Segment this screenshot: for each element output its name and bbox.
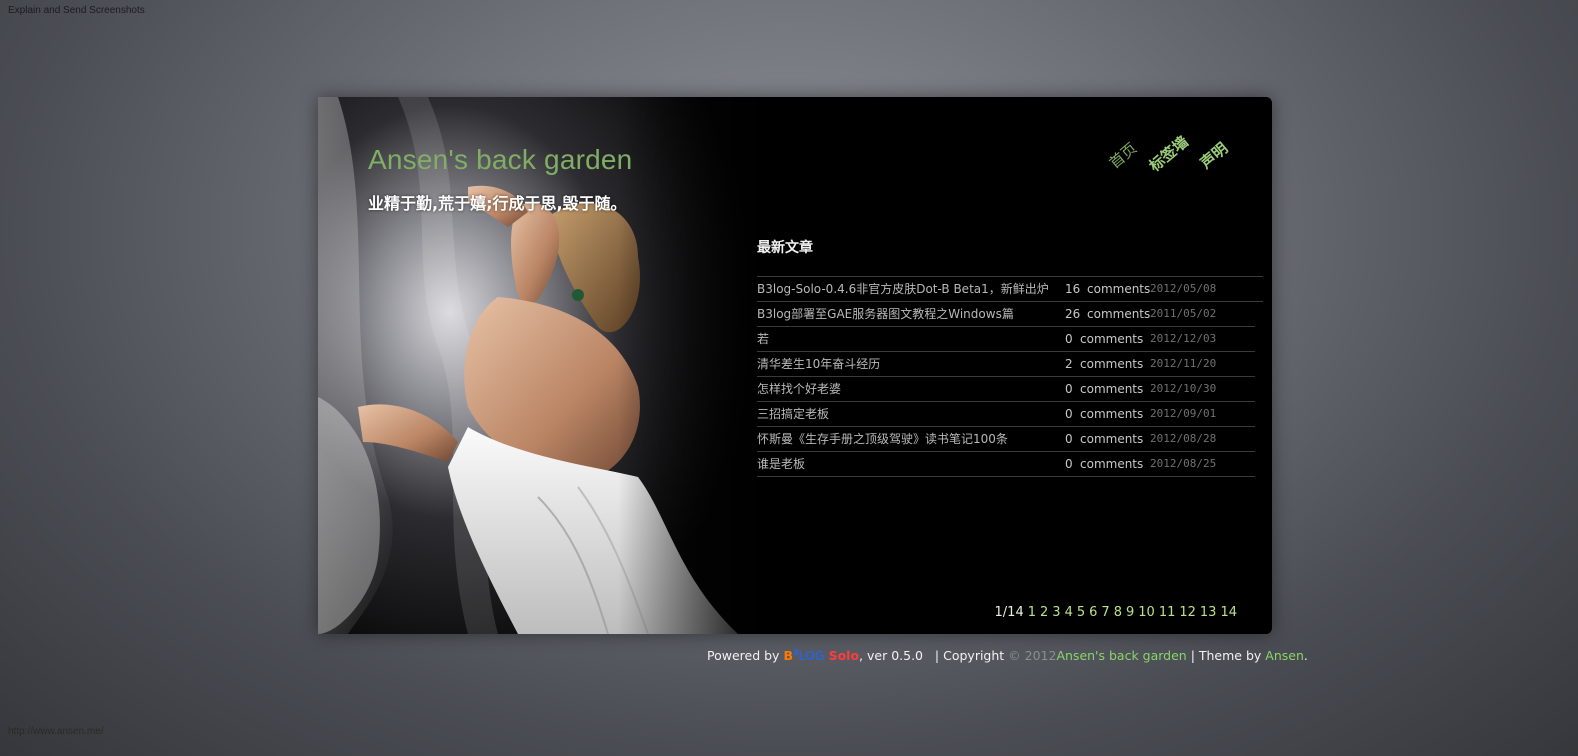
list-item: 谁是老板 0 comments 2012/08/25	[757, 452, 1255, 477]
comments-label[interactable]: comments	[1087, 302, 1150, 326]
comments-label[interactable]: comments	[1087, 277, 1150, 301]
article-title-link[interactable]: 怎样找个好老婆	[757, 377, 841, 401]
comment-count: 0	[1065, 432, 1073, 446]
comment-count: 0	[1065, 407, 1073, 421]
nav-about-link[interactable]: 声明	[1196, 138, 1232, 173]
powered-by-label: Powered by	[707, 648, 784, 664]
article-title-link[interactable]: 怀斯曼《生存手册之顶级驾驶》读书笔记100条	[757, 427, 1008, 451]
page-link[interactable]: 14	[1220, 605, 1237, 620]
comment-count: 16	[1065, 282, 1081, 296]
pagination: 1/14 1 2 3 4 5 6 7 8 9 10 11 12 13 14	[995, 605, 1237, 620]
comment-count: 26	[1065, 307, 1081, 321]
article-title-link[interactable]: B3log部署至GAE服务器图文教程之Windows篇	[757, 302, 1014, 326]
page-link[interactable]: 3	[1052, 605, 1060, 620]
comments-label[interactable]: comments	[1080, 377, 1143, 401]
page-link[interactable]: 5	[1077, 605, 1085, 620]
comments-label[interactable]: comments	[1080, 452, 1143, 476]
article-date: 2012/05/08	[1150, 282, 1217, 295]
page-link[interactable]: 7	[1101, 605, 1109, 620]
footer-site-link[interactable]: Ansen's back garden	[1056, 648, 1186, 663]
article-date: 2012/11/20	[1150, 357, 1217, 370]
page-link[interactable]: 13	[1200, 605, 1217, 620]
comment-count: 0	[1065, 382, 1073, 396]
article-date: 2012/12/03	[1150, 332, 1217, 345]
article-date: 2012/08/25	[1150, 457, 1217, 470]
comment-count: 0	[1065, 332, 1073, 346]
page-link[interactable]: 11	[1159, 605, 1176, 620]
site-title[interactable]: Ansen's back garden	[368, 144, 632, 176]
b3log-logo[interactable]: B3	[783, 648, 798, 663]
article-date: 2012/08/28	[1150, 432, 1217, 445]
list-item: 怀斯曼《生存手册之顶级驾驶》读书笔记100条 0 comments 2012/0…	[757, 427, 1255, 452]
b3log-logo-b: B	[783, 648, 793, 664]
article-title-link[interactable]: B3log-Solo-0.4.6非官方皮肤Dot-B Beta1，新鲜出炉	[757, 277, 1049, 301]
comments-label[interactable]: comments	[1080, 327, 1143, 351]
page-link[interactable]: 6	[1089, 605, 1097, 620]
comments-label[interactable]: comments	[1080, 352, 1143, 376]
status-bar-url: http://www.ansen.me/	[8, 726, 104, 737]
page-link[interactable]: 9	[1126, 605, 1134, 620]
footer: Powered by B3LOG Solo, ver 0.5.0 | Copyr…	[707, 648, 1308, 663]
list-item: 若 0 comments 2012/12/03	[757, 327, 1255, 352]
latest-articles-list: B3log-Solo-0.4.6非官方皮肤Dot-B Beta1，新鲜出炉 16…	[757, 276, 1263, 477]
copyright-label: | Copyright	[923, 648, 1009, 664]
site-subtitle: 业精于勤,荒于嬉;行成于思,毁于随。	[368, 194, 627, 213]
list-item: 三招搞定老板 0 comments 2012/09/01	[757, 402, 1255, 427]
hero-image	[318, 97, 758, 634]
window-top-note: Explain and Send Screenshots	[8, 5, 145, 16]
comment-count: 0	[1065, 457, 1073, 471]
b3log-logo-log[interactable]: LOG	[799, 648, 825, 663]
copyright-year: © 2012	[1008, 648, 1057, 664]
article-date: 2012/09/01	[1150, 407, 1217, 420]
version-text: , ver 0.5.0	[859, 648, 923, 664]
article-date: 2012/10/30	[1150, 382, 1217, 395]
main-frame: Ansen's back garden 业精于勤,荒于嬉;行成于思,毁于随。 首…	[318, 97, 1272, 634]
footer-end: .	[1303, 648, 1308, 664]
page-link[interactable]: 4	[1065, 605, 1073, 620]
article-title-link[interactable]: 三招搞定老板	[757, 402, 829, 426]
page-link[interactable]: 10	[1138, 605, 1155, 620]
page-link[interactable]: 8	[1114, 605, 1122, 620]
article-title-link[interactable]: 若	[757, 327, 769, 351]
list-item: 怎样找个好老婆 0 comments 2012/10/30	[757, 377, 1255, 402]
page-indicator: 1/14	[994, 605, 1024, 620]
list-item: 清华差生10年奋斗经历 2 comments 2012/11/20	[757, 352, 1255, 377]
article-date: 2011/05/02	[1150, 307, 1217, 320]
latest-articles-heading: 最新文章	[757, 240, 813, 256]
nav-home-link[interactable]: 首页	[1105, 138, 1141, 173]
theme-author-link[interactable]: Ansen	[1265, 648, 1304, 663]
page-link[interactable]: 12	[1179, 605, 1196, 620]
page-link[interactable]: 1	[1028, 605, 1036, 620]
nav-tags-link[interactable]: 标签墙	[1145, 131, 1193, 176]
list-item: B3log部署至GAE服务器图文教程之Windows篇 26 comments …	[757, 302, 1255, 327]
article-title-link[interactable]: 清华差生10年奋斗经历	[757, 352, 880, 376]
list-item: B3log-Solo-0.4.6非官方皮肤Dot-B Beta1，新鲜出炉 16…	[757, 277, 1263, 302]
comment-count: 2	[1065, 357, 1073, 371]
comments-label[interactable]: comments	[1080, 402, 1143, 426]
theme-by-label: | Theme by	[1186, 648, 1266, 664]
page-link[interactable]: 2	[1040, 605, 1048, 620]
article-title-link[interactable]: 谁是老板	[757, 452, 805, 476]
solo-link[interactable]: Solo	[829, 648, 859, 663]
comments-label[interactable]: comments	[1080, 427, 1143, 451]
